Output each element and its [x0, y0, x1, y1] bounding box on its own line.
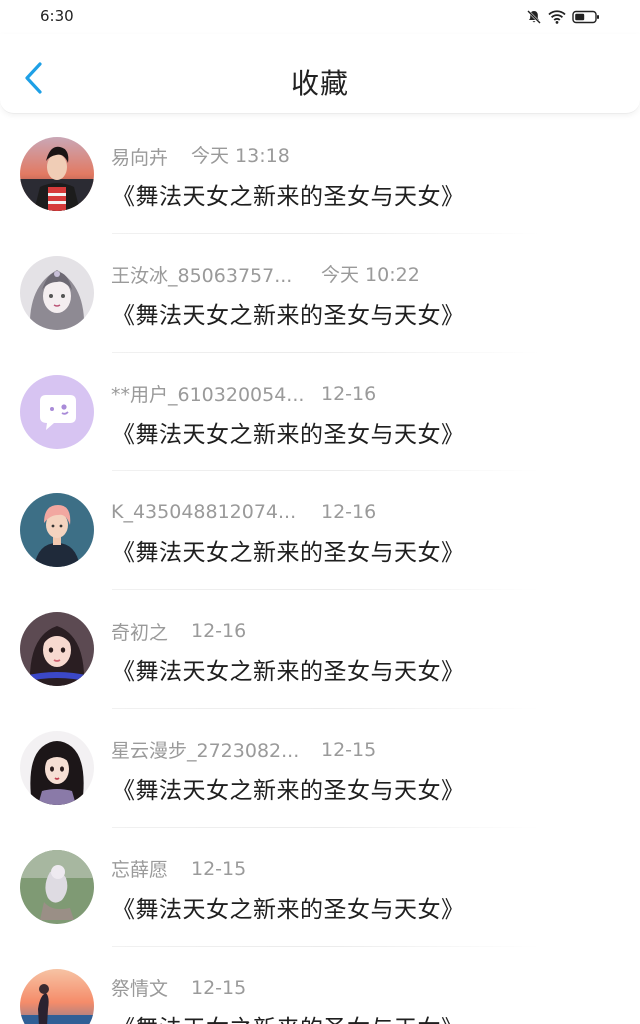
item-meta: K_435048812074... 12-16: [111, 499, 376, 525]
favorites-list: 易向卉 今天 13:18 《舞法天女之新来的圣女与天女》 王汝冰_8506375…: [0, 115, 640, 1024]
item-title[interactable]: 《舞法天女之新来的圣女与天女》: [112, 296, 465, 330]
username[interactable]: 忘薛愿: [111, 855, 168, 882]
mute-bell-icon: [526, 9, 542, 25]
avatar[interactable]: [20, 612, 94, 687]
username[interactable]: 易向卉: [111, 143, 168, 170]
username[interactable]: 星云漫步_2723082...: [111, 736, 299, 763]
timestamp: 今天 10:22: [321, 263, 420, 286]
item-title[interactable]: 《舞法天女之新来的圣女与天女》: [112, 890, 465, 924]
item-meta: 祭情文 12-15: [111, 974, 246, 1001]
status-icons: [526, 9, 600, 25]
status-time: 6:30: [40, 7, 74, 25]
timestamp: 12-15: [191, 857, 247, 880]
item-meta: **用户_610320054... 12-16: [111, 380, 376, 407]
timestamp: 12-15: [321, 738, 377, 761]
timestamp: 12-15: [191, 976, 247, 999]
battery-icon: [572, 10, 600, 24]
username[interactable]: **用户_610320054...: [111, 380, 304, 407]
username[interactable]: K_435048812074...: [111, 501, 296, 523]
timestamp: 12-16: [321, 501, 377, 524]
item-title[interactable]: 《舞法天女之新来的圣女与天女》: [112, 652, 465, 686]
list-item[interactable]: **用户_610320054... 12-16 《舞法天女之新来的圣女与天女》: [0, 353, 640, 472]
list-item[interactable]: 祭情文 12-15 《舞法天女之新来的圣女与天女》: [0, 947, 640, 1024]
avatar[interactable]: [20, 137, 94, 211]
item-meta: 奇初之 12-16: [111, 618, 246, 645]
avatar[interactable]: [20, 374, 94, 449]
username[interactable]: 王汝冰_85063757...: [111, 261, 292, 288]
list-item[interactable]: K_435048812074... 12-16 《舞法天女之新来的圣女与天女》: [0, 471, 640, 591]
page-title: 收藏: [290, 67, 349, 100]
username[interactable]: 奇初之: [111, 618, 168, 645]
avatar[interactable]: [20, 849, 94, 924]
item-title[interactable]: 《舞法天女之新来的圣女与天女》: [112, 415, 465, 449]
item-title[interactable]: 《舞法天女之新来的圣女与天女》: [112, 771, 465, 805]
status-bar: 6:30: [0, 0, 640, 34]
item-meta: 易向卉 今天 13:18: [111, 143, 290, 170]
list-item[interactable]: 易向卉 今天 13:18 《舞法天女之新来的圣女与天女》: [0, 115, 640, 234]
item-meta: 王汝冰_85063757... 今天 10:22: [111, 261, 420, 288]
item-title[interactable]: 《舞法天女之新来的圣女与天女》: [112, 1009, 465, 1024]
avatar[interactable]: [20, 968, 94, 1024]
list-item[interactable]: 王汝冰_85063757... 今天 10:22 《舞法天女之新来的圣女与天女》: [0, 234, 640, 353]
timestamp: 12-16: [321, 382, 377, 405]
avatar[interactable]: [20, 730, 94, 805]
nav-bar: 收藏: [0, 34, 640, 114]
item-meta: 星云漫步_2723082... 12-15: [111, 736, 376, 763]
avatar[interactable]: [20, 255, 94, 330]
timestamp: 12-16: [191, 620, 247, 643]
timestamp: 今天 13:18: [191, 145, 290, 167]
wifi-icon: [548, 10, 566, 24]
username[interactable]: 祭情文: [111, 974, 168, 1001]
item-title[interactable]: 《舞法天女之新来的圣女与天女》: [112, 177, 465, 211]
list-item[interactable]: 奇初之 12-16 《舞法天女之新来的圣女与天女》: [0, 590, 640, 709]
item-meta: 忘薛愿 12-15: [111, 855, 246, 882]
list-item[interactable]: 忘薛愿 12-15 《舞法天女之新来的圣女与天女》: [0, 828, 640, 947]
list-item[interactable]: 星云漫步_2723082... 12-15 《舞法天女之新来的圣女与天女》: [0, 709, 640, 828]
item-title[interactable]: 《舞法天女之新来的圣女与天女》: [112, 533, 465, 567]
avatar[interactable]: [20, 493, 94, 568]
